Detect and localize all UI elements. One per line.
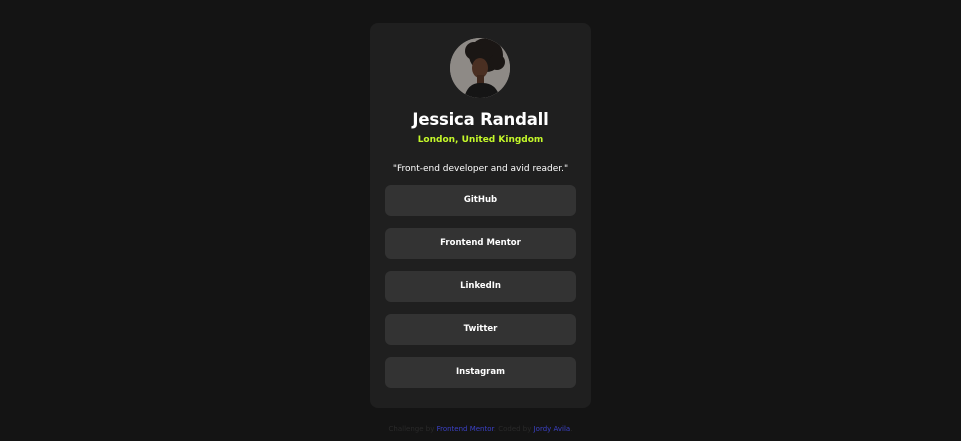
profile-bio: "Front-end developer and avid reader." xyxy=(392,164,569,174)
twitter-link-button[interactable]: Twitter xyxy=(385,314,576,345)
linkedin-link-button[interactable]: LinkedIn xyxy=(385,271,576,302)
attribution-middle: . Coded by xyxy=(493,425,532,433)
attribution-prefix: Challenge by xyxy=(388,425,435,433)
github-link-button[interactable]: GitHub xyxy=(385,185,576,216)
attribution-footer: Challenge by Frontend Mentor. Coded by J… xyxy=(0,425,961,433)
attribution-suffix: . xyxy=(570,425,573,433)
profile-name: Jessica Randall xyxy=(412,110,549,129)
profile-location: London, United Kingdom xyxy=(417,135,544,145)
instagram-link-button[interactable]: Instagram xyxy=(385,357,576,388)
page: Jessica Randall London, United Kingdom "… xyxy=(0,0,961,441)
profile-card: Jessica Randall London, United Kingdom "… xyxy=(370,23,591,408)
frontend-mentor-link-button[interactable]: Frontend Mentor xyxy=(385,228,576,259)
author-attribution-link[interactable]: Jordy Avila xyxy=(534,425,571,433)
avatar-image xyxy=(450,38,510,98)
avatar xyxy=(450,38,510,98)
frontend-mentor-attribution-link[interactable]: Frontend Mentor xyxy=(437,425,494,433)
social-links: GitHub Frontend Mentor LinkedIn Twitter … xyxy=(385,185,576,400)
